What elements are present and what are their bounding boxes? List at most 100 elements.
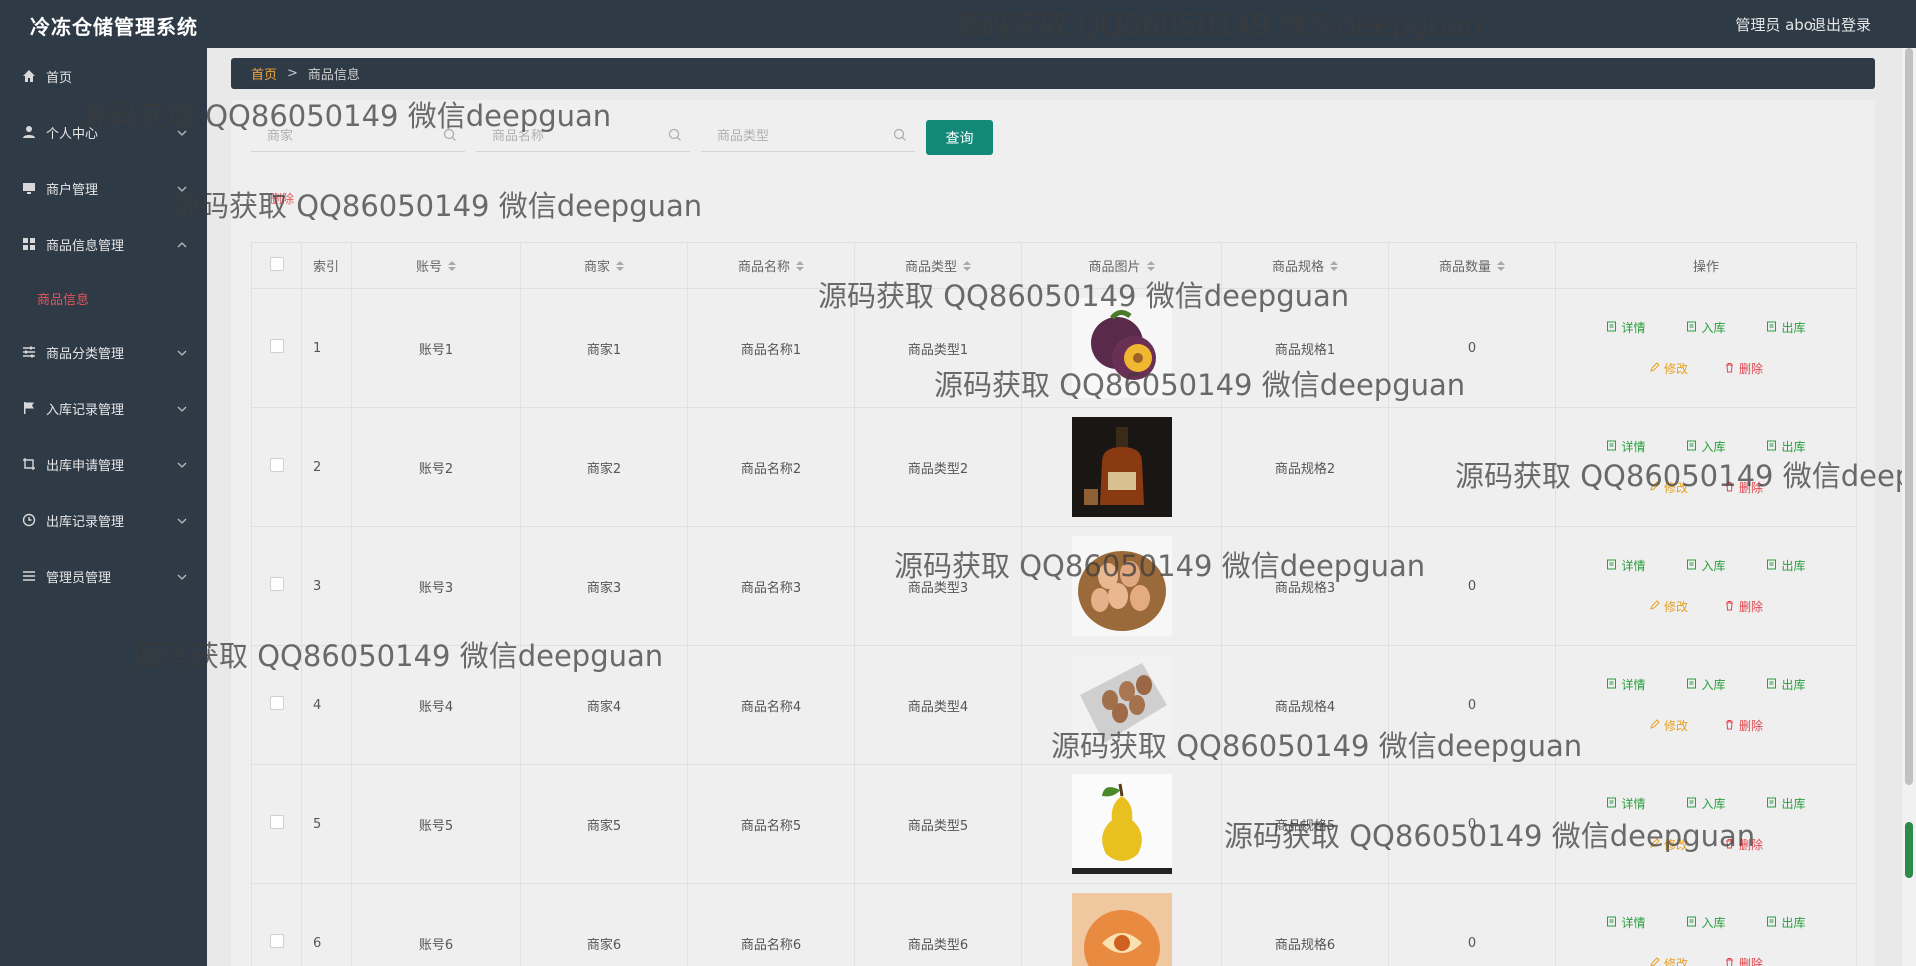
trash-icon [1724, 481, 1735, 495]
sort-icon[interactable] [1146, 260, 1155, 275]
inbound-button[interactable]: 入库 [1666, 319, 1746, 336]
row-checkbox[interactable] [269, 934, 284, 948]
header-name[interactable]: 商品名称 [687, 242, 855, 289]
query-button[interactable]: 查询 [926, 120, 993, 155]
header-type[interactable]: 商品类型 [854, 242, 1022, 289]
cell-account: 账号6 [351, 883, 521, 966]
sort-icon[interactable] [963, 260, 971, 275]
edit-button[interactable]: 修改 [1649, 479, 1688, 496]
breadcrumb-home[interactable]: 首页 [251, 64, 277, 83]
row-checkbox[interactable] [269, 815, 284, 829]
inbound-button[interactable]: 入库 [1666, 676, 1746, 693]
sidebar-item-category[interactable]: 商品分类管理 [0, 324, 207, 380]
edit-button[interactable]: 修改 [1649, 598, 1688, 615]
sidebar-item-product-info[interactable]: 商品信息管理 [0, 216, 207, 272]
detail-button[interactable]: 详情 [1586, 795, 1666, 812]
detail-button[interactable]: 详情 [1586, 676, 1666, 693]
header-merchant[interactable]: 商家 [520, 242, 688, 289]
outbound-button[interactable]: 出库 [1746, 557, 1826, 574]
cell-qty: 0 [1388, 288, 1556, 408]
sort-icon[interactable] [448, 260, 456, 275]
sidebar-item-inbound[interactable]: 入库记录管理 [0, 380, 207, 436]
detail-button[interactable]: 详情 [1586, 557, 1666, 574]
detail-button[interactable]: 详情 [1586, 438, 1666, 455]
sidebar-item-merchants[interactable]: 商户管理 [0, 160, 207, 216]
product-image[interactable] [1071, 536, 1172, 636]
sidebar-item-label: 商品分类管理 [46, 346, 125, 362]
inbound-button[interactable]: 入库 [1666, 438, 1746, 455]
chevron-down-icon [177, 345, 187, 360]
delete-button[interactable]: 删除 [1724, 479, 1763, 496]
list-icon [20, 567, 38, 585]
outbound-button[interactable]: 出库 [1746, 914, 1826, 931]
sort-icon[interactable] [616, 260, 624, 275]
inbound-button[interactable]: 入库 [1666, 914, 1746, 931]
action-label: 入库 [1701, 916, 1726, 930]
row-checkbox[interactable] [269, 339, 284, 353]
product-image[interactable] [1071, 417, 1172, 517]
sidebar-item-outbound-request[interactable]: 出库申请管理 [0, 436, 207, 492]
search-icon [668, 128, 682, 146]
sidebar-item-admin[interactable]: 管理员管理 [0, 548, 207, 604]
select-all-checkbox[interactable] [269, 256, 284, 271]
edit-button[interactable]: 修改 [1649, 360, 1688, 377]
merchant-search-input[interactable] [251, 122, 465, 150]
chevron-down-icon [177, 125, 187, 140]
detail-button[interactable]: 详情 [1586, 319, 1666, 336]
merchant-search-field [251, 122, 465, 152]
outbound-button[interactable]: 出库 [1746, 438, 1826, 455]
outbound-button[interactable]: 出库 [1746, 676, 1826, 693]
inbound-button[interactable]: 入库 [1666, 557, 1746, 574]
delete-button[interactable]: 删除 [1724, 836, 1763, 853]
detail-button[interactable]: 详情 [1586, 914, 1666, 931]
grid-icon [20, 235, 38, 253]
product-image[interactable] [1071, 774, 1172, 874]
sidebar-subitem-product-info[interactable]: 商品信息 [0, 272, 207, 324]
sidebar-item-label: 出库记录管理 [46, 514, 125, 530]
logout-link[interactable]: 退出登录 [1811, 14, 1871, 35]
table-row: 1 账号1 商家1 商品名称1 商品类型1 商品规格1 0 详情 入库 出库 修改 删除 [251, 288, 1857, 408]
sidebar-item-outbound-record[interactable]: 出库记录管理 [0, 492, 207, 548]
sidebar-item-home[interactable]: 首页 [0, 48, 207, 104]
row-checkbox[interactable] [269, 577, 284, 591]
sort-icon[interactable] [796, 260, 804, 275]
chevron-down-icon [177, 569, 187, 584]
header-account[interactable]: 账号 [351, 242, 521, 289]
sort-icon[interactable] [1497, 260, 1505, 275]
product-image[interactable] [1071, 298, 1172, 398]
header-qty[interactable]: 商品数量 [1388, 242, 1556, 289]
action-label: 详情 [1621, 440, 1646, 454]
product-image[interactable] [1071, 655, 1172, 755]
cell-ops: 详情 入库 出库修改 删除 [1555, 883, 1857, 966]
scrollbar-thumb[interactable] [1905, 48, 1913, 785]
edit-button[interactable]: 修改 [1649, 717, 1688, 734]
document-icon [1766, 916, 1777, 930]
edit-button[interactable]: 修改 [1649, 836, 1688, 853]
type-search-input[interactable] [701, 122, 915, 150]
page-scrollbar[interactable] [1902, 48, 1916, 966]
delete-button[interactable]: 删除 [1724, 955, 1763, 966]
name-search-input[interactable] [476, 122, 690, 150]
header-image[interactable]: 商品图片 [1021, 242, 1222, 289]
document-icon [1686, 678, 1697, 692]
header-index: 索引 [301, 242, 352, 289]
product-image[interactable] [1071, 893, 1172, 966]
row-checkbox[interactable] [269, 458, 284, 472]
inbound-button[interactable]: 入库 [1666, 795, 1746, 812]
edit-button[interactable]: 修改 [1649, 955, 1688, 966]
sidebar-item-personal[interactable]: 个人中心 [0, 104, 207, 160]
action-label: 修改 [1663, 719, 1688, 733]
top-navbar: 冷冻仓储管理系统 管理员 abo 退出登录 [0, 0, 1916, 48]
delete-button[interactable]: 删除 [1724, 717, 1763, 734]
delete-button[interactable]: 删除 [1724, 360, 1763, 377]
delete-button[interactable]: 删除 [1724, 598, 1763, 615]
header-spec[interactable]: 商品规格 [1221, 242, 1389, 289]
sort-icon[interactable] [1330, 260, 1338, 275]
outbound-button[interactable]: 出库 [1746, 319, 1826, 336]
cell-type: 商品类型6 [854, 883, 1022, 966]
header-label: 商品图片 [1088, 260, 1141, 275]
bulk-delete-button[interactable]: 删除 [270, 190, 294, 207]
row-checkbox[interactable] [269, 696, 284, 710]
cell-qty: 0 [1388, 645, 1556, 765]
outbound-button[interactable]: 出库 [1746, 795, 1826, 812]
